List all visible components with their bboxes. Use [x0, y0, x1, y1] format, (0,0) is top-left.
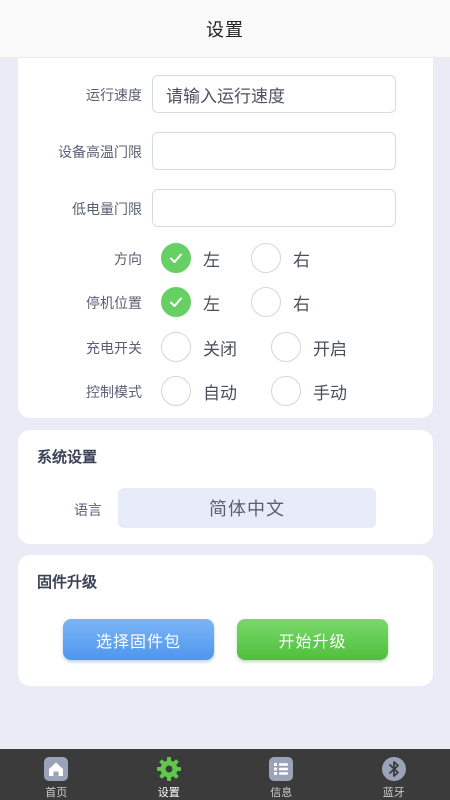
tab-bluetooth[interactable]: 蓝牙	[338, 749, 450, 800]
direction-left-radio[interactable]: 左	[161, 243, 220, 273]
charge-off-radio[interactable]: 关闭	[161, 332, 237, 362]
bluetooth-icon	[381, 757, 406, 781]
control-mode-label: 控制模式	[86, 385, 142, 401]
system-settings-title: 系统设置	[37, 448, 98, 466]
mode-auto-label: 自动	[203, 383, 237, 404]
stop-right-label: 右	[293, 294, 310, 315]
tab-settings-label: 设置	[157, 786, 180, 799]
low-battery-label: 低电量门限	[72, 202, 142, 218]
charge-on-radio[interactable]: 开启	[271, 332, 347, 362]
low-battery-input[interactable]	[152, 189, 396, 227]
home-icon	[44, 757, 69, 781]
firmware-card: 固件升级 选择固件包 开始升级	[18, 555, 433, 686]
radio-empty-icon	[161, 376, 191, 406]
direction-right-label: 右	[293, 250, 310, 271]
run-speed-label: 运行速度	[86, 88, 142, 104]
select-firmware-button[interactable]: 选择固件包	[63, 619, 214, 660]
direction-label: 方向	[114, 252, 142, 268]
list-icon	[269, 757, 294, 781]
language-label: 语言	[74, 503, 102, 519]
tab-info-label: 信息	[270, 786, 293, 799]
mode-auto-radio[interactable]: 自动	[161, 376, 237, 406]
tab-home[interactable]: 首页	[0, 749, 113, 800]
bottom-tab-bar: 首页 设置 信息 蓝牙	[0, 749, 450, 800]
run-speed-placeholder: 请输入运行速度	[166, 86, 285, 107]
tab-home-label: 首页	[45, 786, 68, 799]
charge-on-label: 开启	[313, 339, 347, 360]
direction-right-radio[interactable]: 右	[251, 243, 310, 273]
radio-empty-icon	[271, 332, 301, 362]
language-select[interactable]: 简体中文	[118, 488, 376, 528]
params-card: 运行速度 请输入运行速度 设备高温门限 低电量门限 方向 左 右 停机位置 左 …	[18, 20, 433, 418]
stop-left-radio[interactable]: 左	[161, 287, 220, 317]
high-temp-label: 设备高温门限	[58, 145, 142, 161]
stop-right-radio[interactable]: 右	[251, 287, 310, 317]
charge-switch-label: 充电开关	[86, 341, 142, 357]
page-title: 设置	[206, 19, 244, 41]
mode-manual-radio[interactable]: 手动	[271, 376, 347, 406]
tab-bluetooth-label: 蓝牙	[382, 786, 405, 799]
stop-position-label: 停机位置	[86, 296, 142, 312]
radio-empty-icon	[251, 243, 281, 273]
radio-empty-icon	[161, 332, 191, 362]
charge-off-label: 关闭	[203, 339, 237, 360]
start-upgrade-button[interactable]: 开始升级	[237, 619, 388, 660]
system-settings-card: 系统设置 语言 简体中文	[18, 430, 433, 544]
run-speed-input[interactable]: 请输入运行速度	[152, 75, 396, 113]
language-value: 简体中文	[209, 499, 285, 520]
gear-icon	[156, 757, 181, 781]
radio-empty-icon	[271, 376, 301, 406]
tab-settings[interactable]: 设置	[113, 749, 226, 800]
radio-empty-icon	[251, 287, 281, 317]
high-temp-input[interactable]	[152, 132, 396, 170]
check-icon	[161, 243, 191, 273]
top-bar: 设置	[0, 0, 450, 58]
direction-left-label: 左	[203, 250, 220, 271]
check-icon	[161, 287, 191, 317]
stop-left-label: 左	[203, 294, 220, 315]
tab-info[interactable]: 信息	[225, 749, 338, 800]
firmware-title: 固件升级	[37, 573, 98, 591]
mode-manual-label: 手动	[313, 383, 347, 404]
